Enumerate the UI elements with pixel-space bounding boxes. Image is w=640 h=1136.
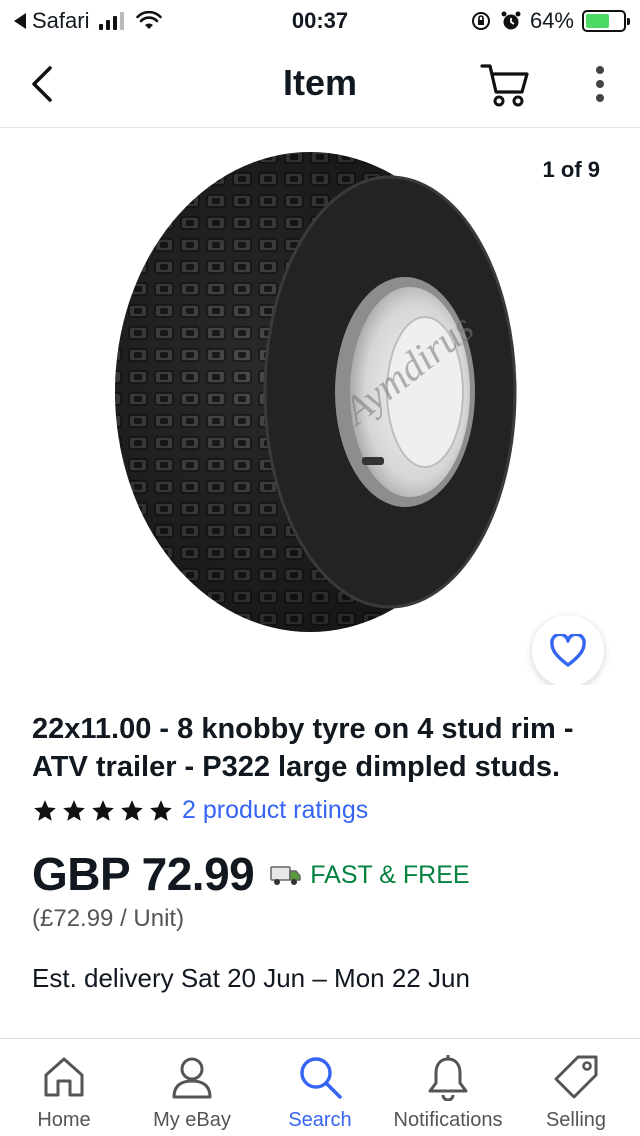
tab-label: Notifications [393,1109,503,1131]
product-ratings-link[interactable]: 2 product ratings [182,796,368,825]
unit-price: (£72.99 / Unit) [32,905,185,932]
shipping-info: FAST & FREE [270,860,470,890]
cart-icon[interactable] [478,58,530,110]
star-icon [121,799,143,821]
top-nav-bar: Item [0,40,640,128]
tab-label: Selling [545,1109,607,1131]
item-price: GBP 72.99 [32,848,255,900]
rating-row: 2 product ratings [32,796,608,825]
more-options-icon[interactable] [586,62,614,106]
bell-icon [428,1055,468,1101]
tab-label: My eBay [153,1109,231,1131]
star-icon [92,799,114,821]
star-icon [150,799,172,821]
shipping-label: FAST & FREE [310,860,470,889]
orientation-lock-icon [471,12,490,30]
heart-icon [550,634,586,667]
battery-percent: 64% [529,8,574,33]
star-icon [63,799,85,821]
product-image-gallery[interactable]: 1 of 9 Aymdirus [0,129,640,685]
star-icon [34,799,56,821]
tab-label: Search [288,1109,352,1131]
tag-icon [554,1055,598,1099]
watchlist-button[interactable] [532,615,604,685]
estimated-delivery: Est. delivery Sat 20 Jun – Mon 22 Jun [32,963,470,993]
tab-label: Home [37,1109,91,1131]
image-counter: 1 of 9 [542,157,600,182]
status-bar: Safari 00:37 64% [0,0,640,40]
tab-selling[interactable]: Selling [512,1039,640,1136]
product-image-tyre[interactable]: Aymdirus [100,147,530,637]
listing-title: 22x11.00 - 8 knobby tyre on 4 stud rim -… [32,713,574,783]
battery-icon [582,10,630,32]
alarm-icon [501,11,521,30]
person-icon [172,1057,212,1099]
search-icon [300,1057,342,1099]
star-rating [32,798,174,824]
tab-search[interactable]: Search [256,1039,384,1136]
home-icon [44,1057,84,1097]
listing-details: 22x11.00 - 8 knobby tyre on 4 stud rim -… [32,710,608,993]
page-title: Item [282,62,358,103]
tab-notifications[interactable]: Notifications [384,1039,512,1136]
tab-home[interactable]: Home [0,1039,128,1136]
tab-my-ebay[interactable]: My eBay [128,1039,256,1136]
price-row: GBP 72.99 FAST & FREE [32,847,608,901]
delivery-truck-icon [270,866,301,885]
bottom-tab-bar: Home My eBay Search Notifications Sellin… [0,1038,640,1136]
